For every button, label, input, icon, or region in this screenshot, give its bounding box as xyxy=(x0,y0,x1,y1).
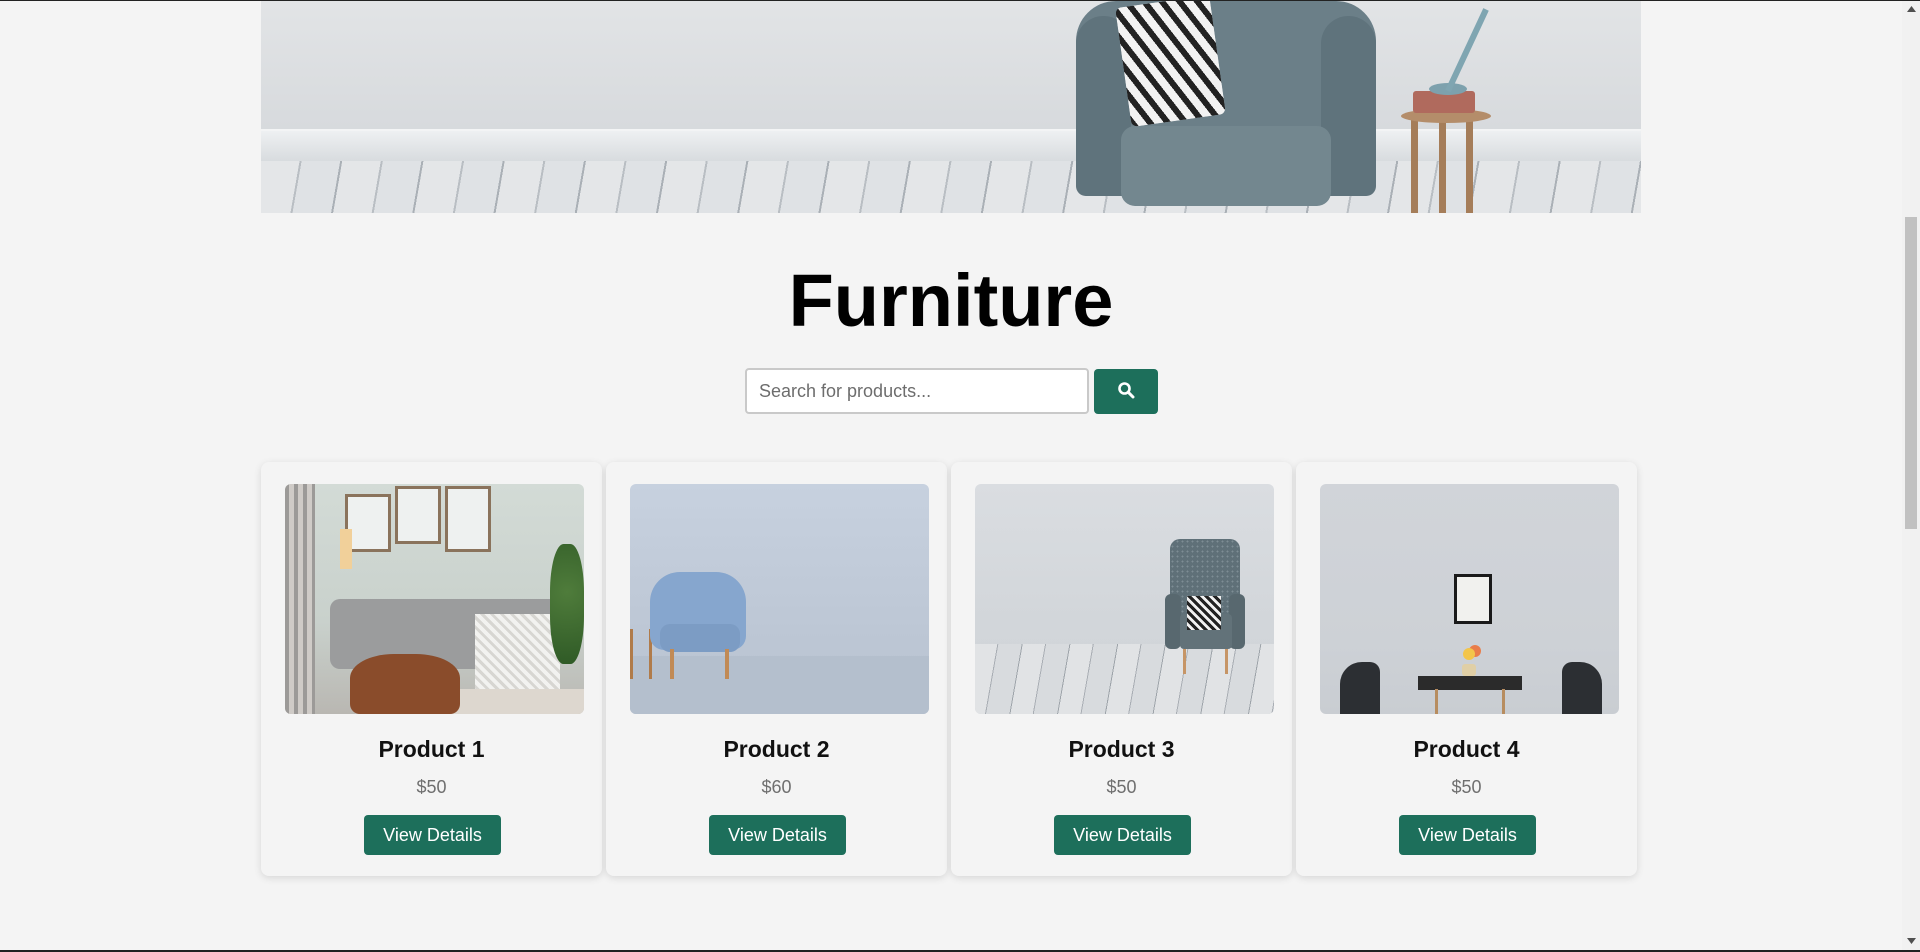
product-image[interactable] xyxy=(630,484,929,714)
product-price: $60 xyxy=(761,777,792,797)
hero-floor xyxy=(261,161,1641,213)
product-name: Product 1 xyxy=(378,736,485,762)
product-name: Product 2 xyxy=(723,736,830,762)
hero-stool-leg xyxy=(1439,119,1446,213)
hero-armchair-seat xyxy=(1121,126,1331,206)
product-name: Product 4 xyxy=(1413,736,1520,762)
hero-baseboard xyxy=(261,129,1641,165)
hero-stool-leg xyxy=(1411,119,1418,213)
search-icon xyxy=(1117,381,1135,402)
product-price: $50 xyxy=(1451,777,1482,797)
view-details-button[interactable]: View Details xyxy=(709,815,846,855)
scroll-down-arrow-icon[interactable] xyxy=(1902,934,1920,948)
product-card: Product 3 $50 View Details xyxy=(951,462,1292,876)
hero-banner-image xyxy=(261,1,1641,213)
product-image[interactable] xyxy=(975,484,1274,714)
scroll-up-arrow-icon[interactable] xyxy=(1902,2,1920,16)
product-price: $50 xyxy=(1106,777,1137,797)
product-image[interactable] xyxy=(285,484,584,714)
product-image[interactable] xyxy=(1320,484,1619,714)
view-details-button[interactable]: View Details xyxy=(1054,815,1191,855)
search-input[interactable] xyxy=(745,368,1089,414)
view-details-button[interactable]: View Details xyxy=(364,815,501,855)
search-button[interactable] xyxy=(1094,369,1158,414)
product-price: $50 xyxy=(416,777,447,797)
view-details-button[interactable]: View Details xyxy=(1399,815,1536,855)
scrollbar-thumb[interactable] xyxy=(1905,217,1917,529)
product-card: Product 4 $50 View Details xyxy=(1296,462,1637,876)
product-card: Product 2 $60 View Details xyxy=(606,462,947,876)
product-card: Product 1 $50 View Details xyxy=(261,462,602,876)
product-name: Product 3 xyxy=(1068,736,1175,762)
hero-pillow xyxy=(1115,1,1226,128)
page-title: Furniture xyxy=(788,259,1114,342)
hero-lamp xyxy=(1445,8,1489,93)
hero-stool-leg xyxy=(1466,119,1473,213)
